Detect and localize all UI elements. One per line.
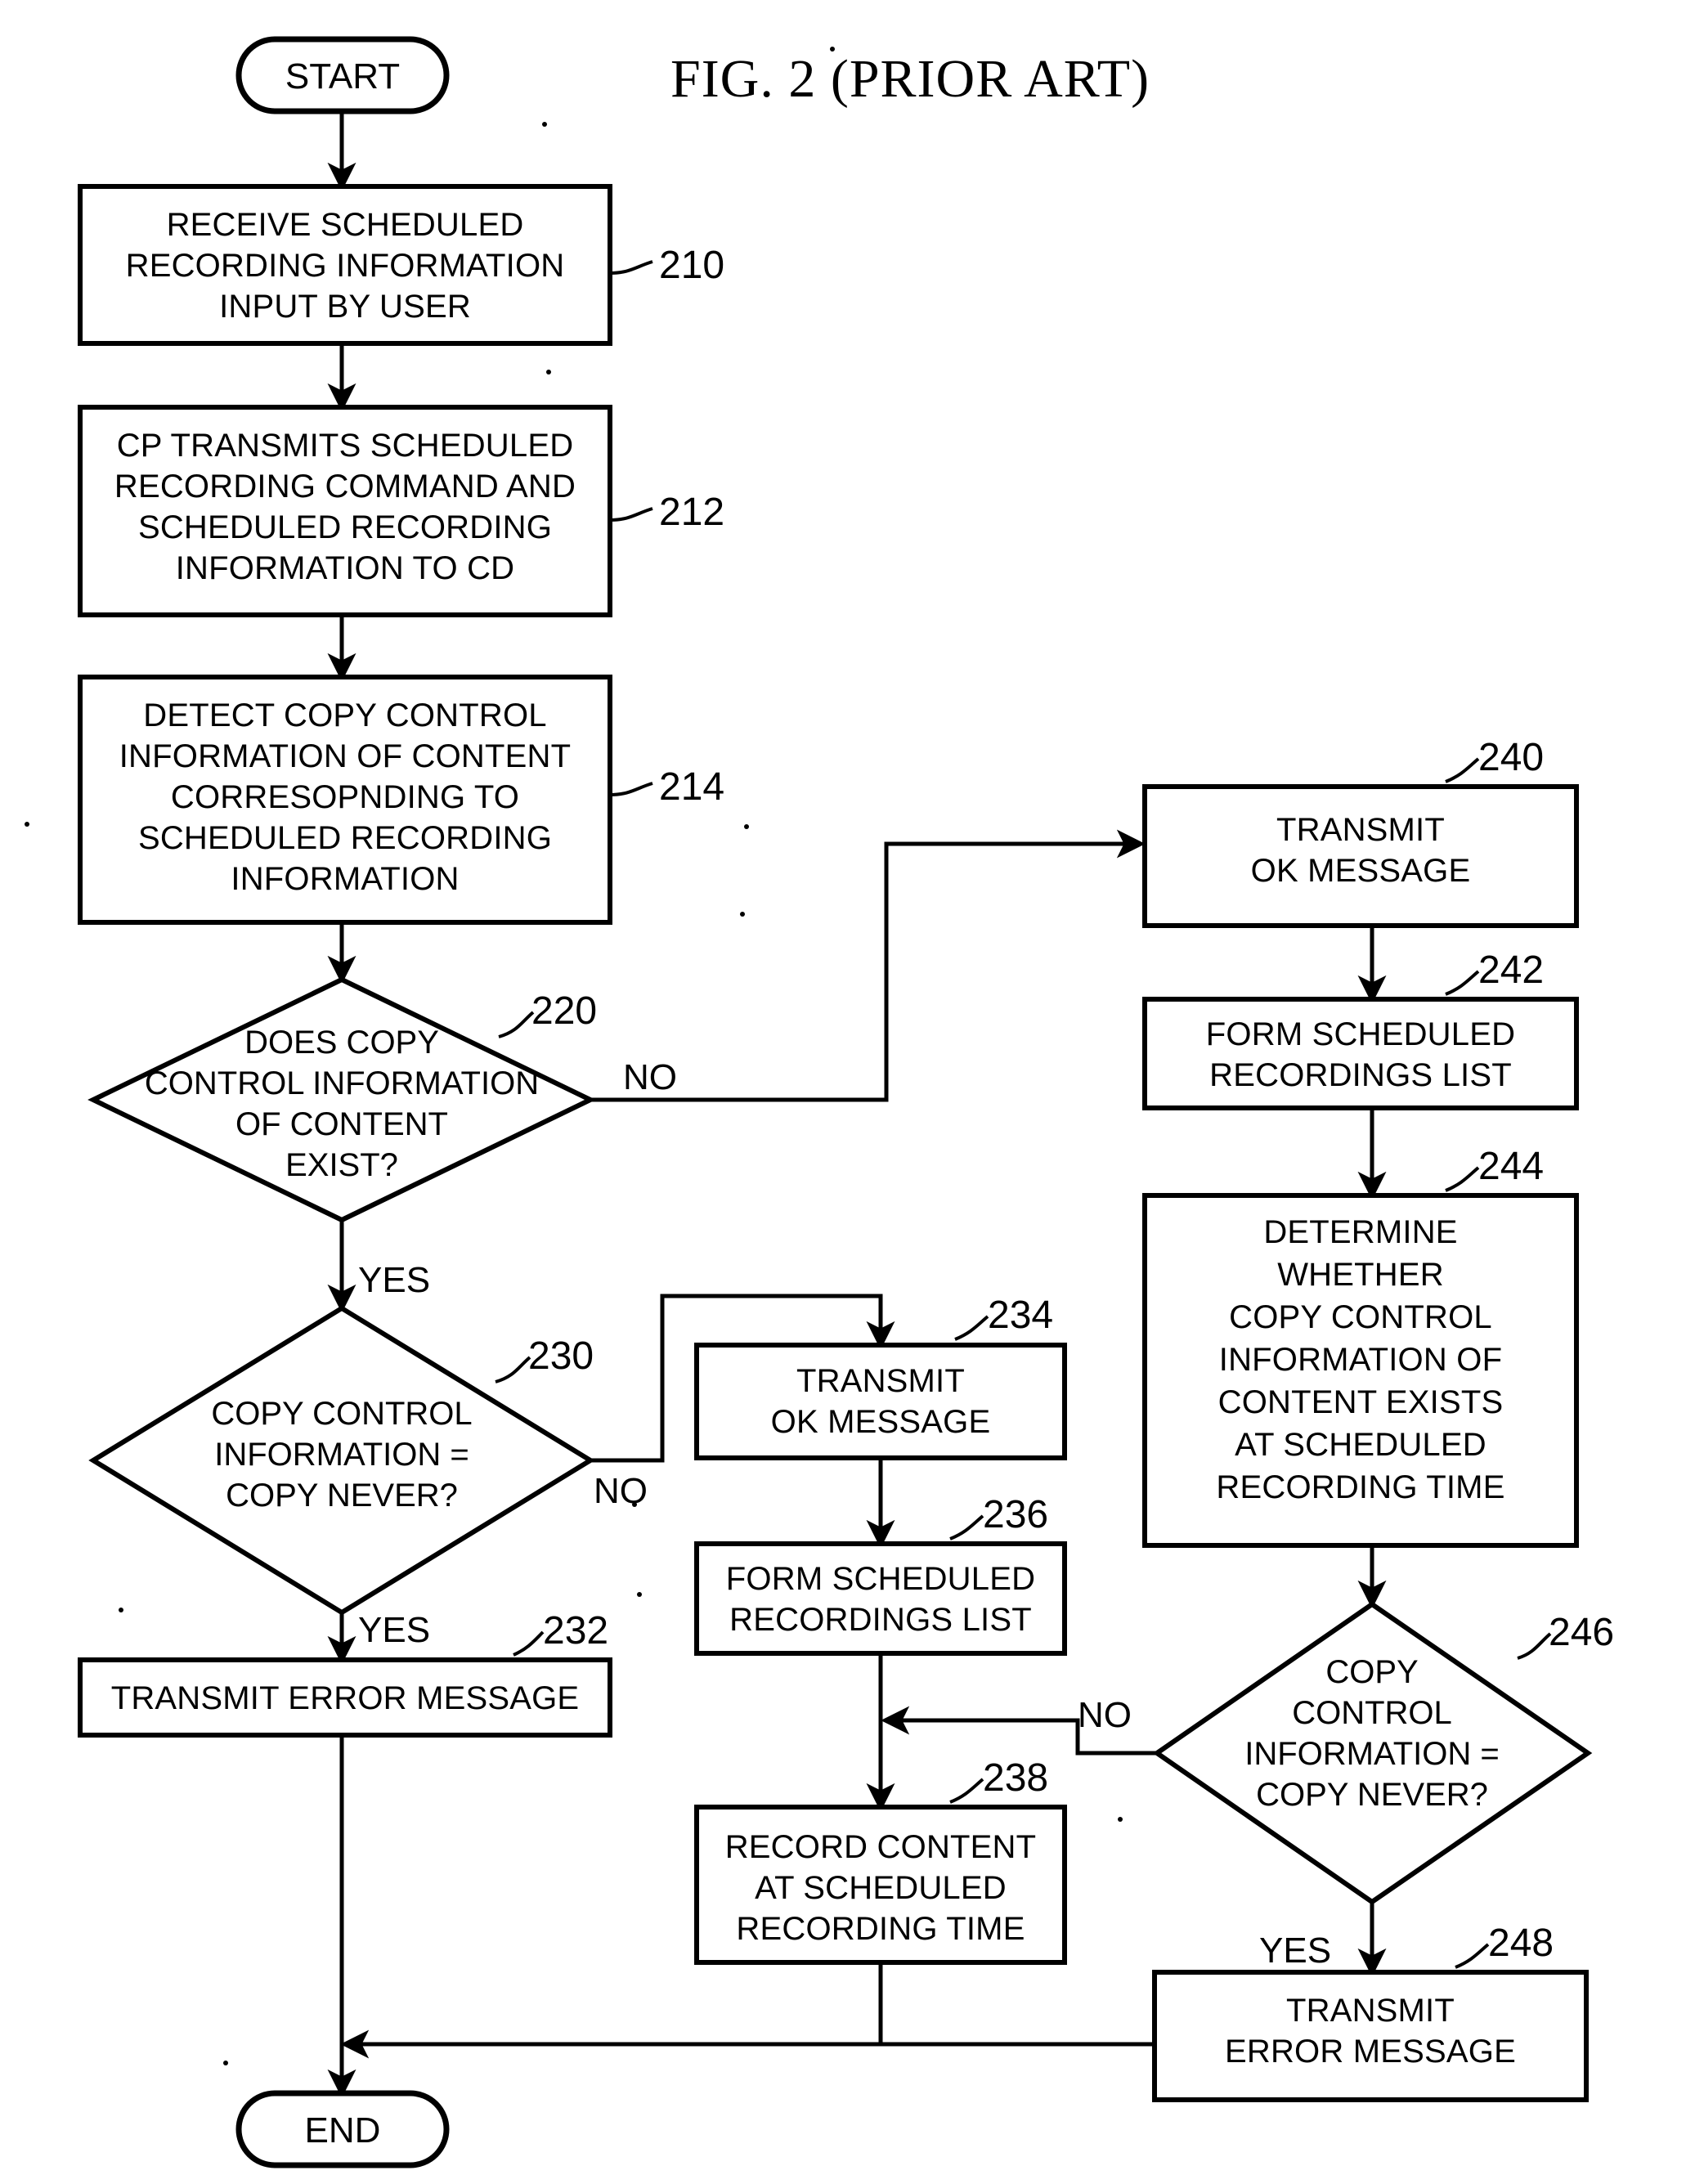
node-242: FORM SCHEDULED RECORDINGS LIST 242 [1142,948,1579,1110]
node-244-ref: 244 [1478,1145,1544,1188]
node-246-line-1: COPY [1325,1654,1418,1690]
node-244-line-6: AT SCHEDULED [1235,1427,1487,1463]
node-244-line-7: RECORDING TIME [1216,1469,1504,1505]
node-220-label-no: NO [623,1057,677,1097]
node-212-ref: 212 [659,491,724,534]
node-214-ref: 214 [659,765,724,809]
node-246-line-3: INFORMATION = [1244,1736,1499,1772]
node-212: CP TRANSMITS SCHEDULED RECORDING COMMAND… [78,405,724,617]
node-214-line-4: SCHEDULED RECORDING [138,820,552,856]
node-248-line-1: TRANSMIT [1286,1993,1455,2029]
node-248-ref: 248 [1488,1922,1554,1965]
node-230-line-2: INFORMATION = [214,1437,469,1473]
node-234-line-1: TRANSMIT [796,1363,965,1399]
node-230-line-3: COPY NEVER? [226,1478,458,1514]
node-220-label-yes: YES [358,1260,430,1300]
node-244-leader [1445,1166,1480,1192]
node-246-leader [1517,1632,1552,1660]
node-236-ref: 236 [983,1493,1048,1536]
node-220-line-2: CONTROL INFORMATION [145,1065,539,1101]
node-214-line-5: INFORMATION [231,861,459,897]
node-244-line-5: CONTENT EXISTS [1218,1384,1504,1420]
node-242-line-1: FORM SCHEDULED [1206,1016,1515,1052]
node-210: RECEIVE SCHEDULED RECORDING INFORMATION … [78,184,724,346]
node-246-ref: 246 [1549,1611,1614,1654]
node-244: DETERMINE WHETHER COPY CONTROL INFORMATI… [1142,1145,1579,1548]
node-232-leader [513,1630,545,1657]
node-210-line-2: RECORDING INFORMATION [126,248,565,284]
node-234-leader [954,1315,989,1341]
node-234-ref: 234 [988,1294,1053,1337]
node-220-leader [498,1011,535,1038]
node-236-leader [949,1514,984,1540]
node-244-line-2: WHETHER [1277,1257,1444,1293]
node-242-line-2: RECORDINGS LIST [1209,1057,1512,1093]
node-220-line-4: EXIST? [285,1147,398,1183]
node-246: COPY CONTROL INFORMATION = COPY NEVER? 2… [1078,1601,1614,1971]
node-210-line-3: INPUT BY USER [219,289,471,325]
node-248-line-2: ERROR MESSAGE [1225,2034,1516,2070]
node-230-label-no: NO [594,1471,648,1511]
node-212-line-2: RECORDING COMMAND AND [114,469,576,505]
node-242-leader [1445,970,1480,996]
node-220: DOES COPY CONTROL INFORMATION OF CONTENT… [87,976,677,1300]
flowchart-canvas: START FIG. 2 (PRIOR ART) RECEIVE SCHEDUL… [25,36,1614,2168]
node-232-ref: 232 [543,1609,608,1653]
node-210-leader [609,260,653,275]
node-240: TRANSMIT OK MESSAGE 240 [1142,736,1579,928]
node-start: START [235,36,450,114]
node-214-line-3: CORRESOPNDING TO [171,779,519,815]
node-230: COPY CONTROL INFORMATION = COPY NEVER? 2… [88,1305,648,1650]
patent-figure-page: START FIG. 2 (PRIOR ART) RECEIVE SCHEDUL… [0,0,1704,2184]
node-246-label-yes: YES [1259,1931,1331,1971]
node-212-line-3: SCHEDULED RECORDING [138,509,552,545]
node-210-line-1: RECEIVE SCHEDULED [167,207,524,243]
node-214-line-1: DETECT COPY CONTROL [143,697,547,733]
node-244-line-4: INFORMATION OF [1219,1342,1502,1378]
node-230-ref: 230 [528,1334,594,1378]
node-238-leader [949,1778,984,1804]
end-terminal-label: END [305,2110,381,2150]
node-214: DETECT COPY CONTROL INFORMATION OF CONTE… [78,675,724,925]
node-230-label-yes: YES [358,1610,430,1650]
node-220-line-1: DOES COPY [244,1025,439,1061]
node-240-line-2: OK MESSAGE [1251,853,1471,889]
node-230-line-1: COPY CONTROL [211,1396,472,1432]
node-238-line-2: AT SCHEDULED [755,1870,1007,1906]
node-240-ref: 240 [1478,736,1544,779]
node-220-line-3: OF CONTENT [235,1106,448,1142]
node-210-ref: 210 [659,244,724,287]
figure-title: FIG. 2 (PRIOR ART) [670,49,1150,109]
node-246-line-2: CONTROL [1292,1695,1452,1731]
node-234-shape [694,1343,1067,1460]
node-236-line-2: RECORDINGS LIST [729,1602,1032,1638]
start-terminal-label: START [285,56,400,96]
node-230-leader [495,1356,531,1383]
node-238-ref: 238 [983,1756,1048,1800]
node-240-line-1: TRANSMIT [1276,812,1445,848]
node-248-leader [1455,1943,1490,1969]
node-246-label-no: NO [1078,1695,1132,1735]
node-238-line-1: RECORD CONTENT [725,1829,1037,1865]
node-238-line-3: RECORDING TIME [736,1911,1025,1947]
node-232: TRANSMIT ERROR MESSAGE 232 [78,1609,612,1738]
node-236-line-1: FORM SCHEDULED [726,1561,1035,1597]
node-244-line-1: DETERMINE [1263,1214,1457,1250]
node-234-line-2: OK MESSAGE [771,1404,991,1440]
node-214-line-2: INFORMATION OF CONTENT [119,738,572,774]
node-212-leader [609,507,653,522]
node-242-ref: 242 [1478,948,1544,992]
node-244-line-3: COPY CONTROL [1229,1299,1492,1335]
node-end: END [235,2090,450,2168]
node-240-leader [1445,757,1480,783]
node-214-leader [609,782,653,796]
node-232-line-1: TRANSMIT ERROR MESSAGE [111,1680,580,1716]
node-212-line-4: INFORMATION TO CD [176,550,515,586]
node-220-ref: 220 [531,989,597,1033]
node-246-line-4: COPY NEVER? [1256,1777,1488,1813]
node-212-line-1: CP TRANSMITS SCHEDULED [117,428,574,464]
